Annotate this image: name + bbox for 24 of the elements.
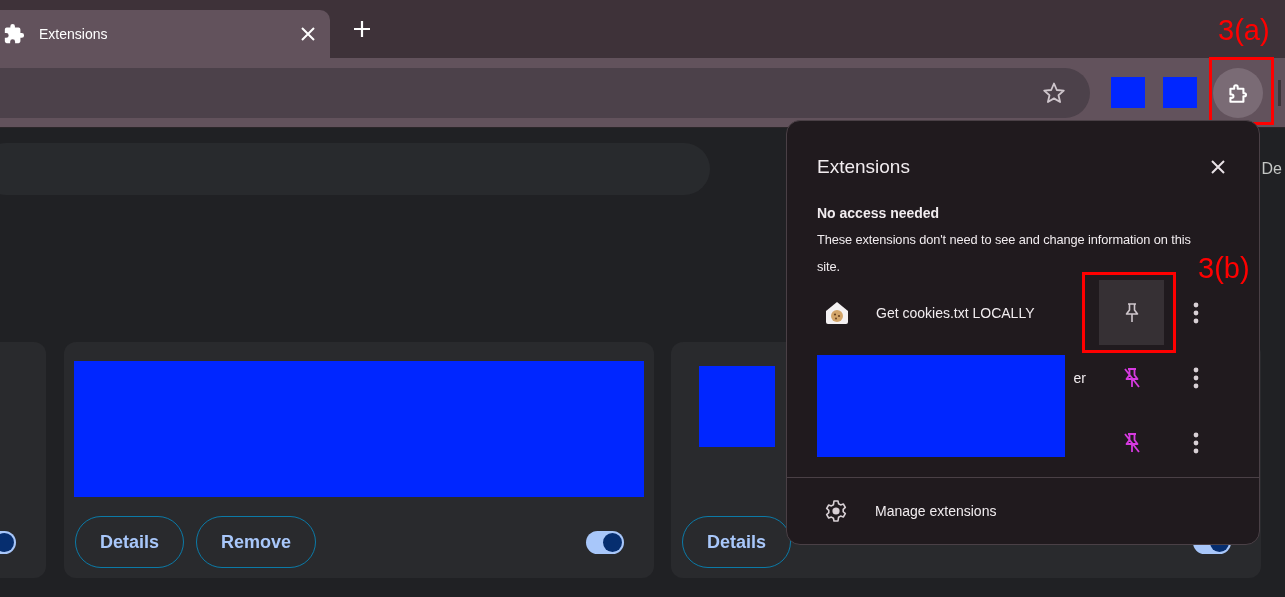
- step-label: 3(b): [1198, 252, 1250, 285]
- enable-toggle[interactable]: [586, 530, 624, 554]
- extension-name: er: [1072, 369, 1086, 386]
- more-icon[interactable]: [1193, 431, 1199, 454]
- extensions-button[interactable]: [1213, 67, 1263, 118]
- more-icon[interactable]: [1193, 366, 1199, 389]
- browser-tab[interactable]: Extensions: [0, 10, 330, 58]
- developer-mode-label: De: [1261, 160, 1282, 178]
- bookmark-star-icon[interactable]: [1042, 80, 1066, 105]
- extension-name: Get cookies.txt LOCALLY: [876, 304, 1036, 321]
- more-icon[interactable]: [1193, 301, 1199, 324]
- close-icon[interactable]: [1210, 159, 1226, 175]
- section-description: These extensions don't need to see and change information on this site.: [817, 231, 1192, 276]
- toolbar-divider: [1278, 79, 1281, 106]
- tab-close-icon[interactable]: [300, 26, 316, 42]
- cookie-house-icon: [825, 300, 849, 325]
- section-heading: No access needed: [817, 204, 941, 223]
- redaction-block: [1111, 77, 1145, 108]
- step-label: 3(a): [1218, 13, 1270, 47]
- redaction-block: [1163, 77, 1197, 108]
- puzzle-icon: [3, 23, 25, 45]
- gear-icon: [824, 499, 848, 523]
- popup-title: Extensions: [817, 156, 910, 178]
- new-tab-icon[interactable]: [353, 20, 371, 38]
